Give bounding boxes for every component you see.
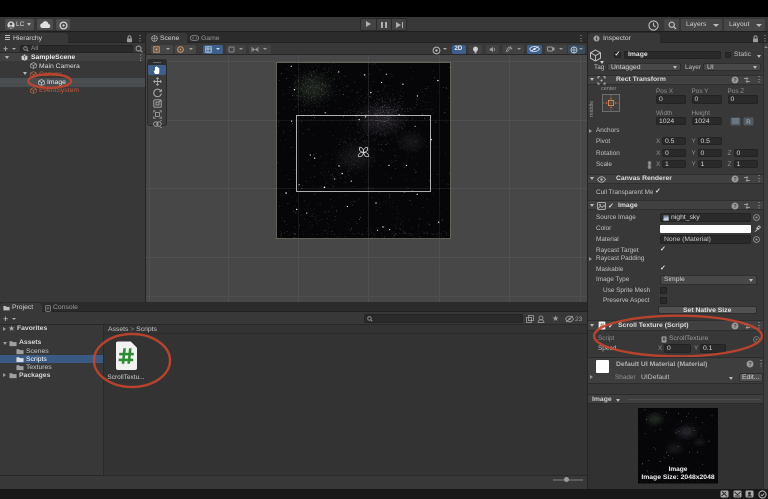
svg-text:R: R xyxy=(746,118,751,125)
